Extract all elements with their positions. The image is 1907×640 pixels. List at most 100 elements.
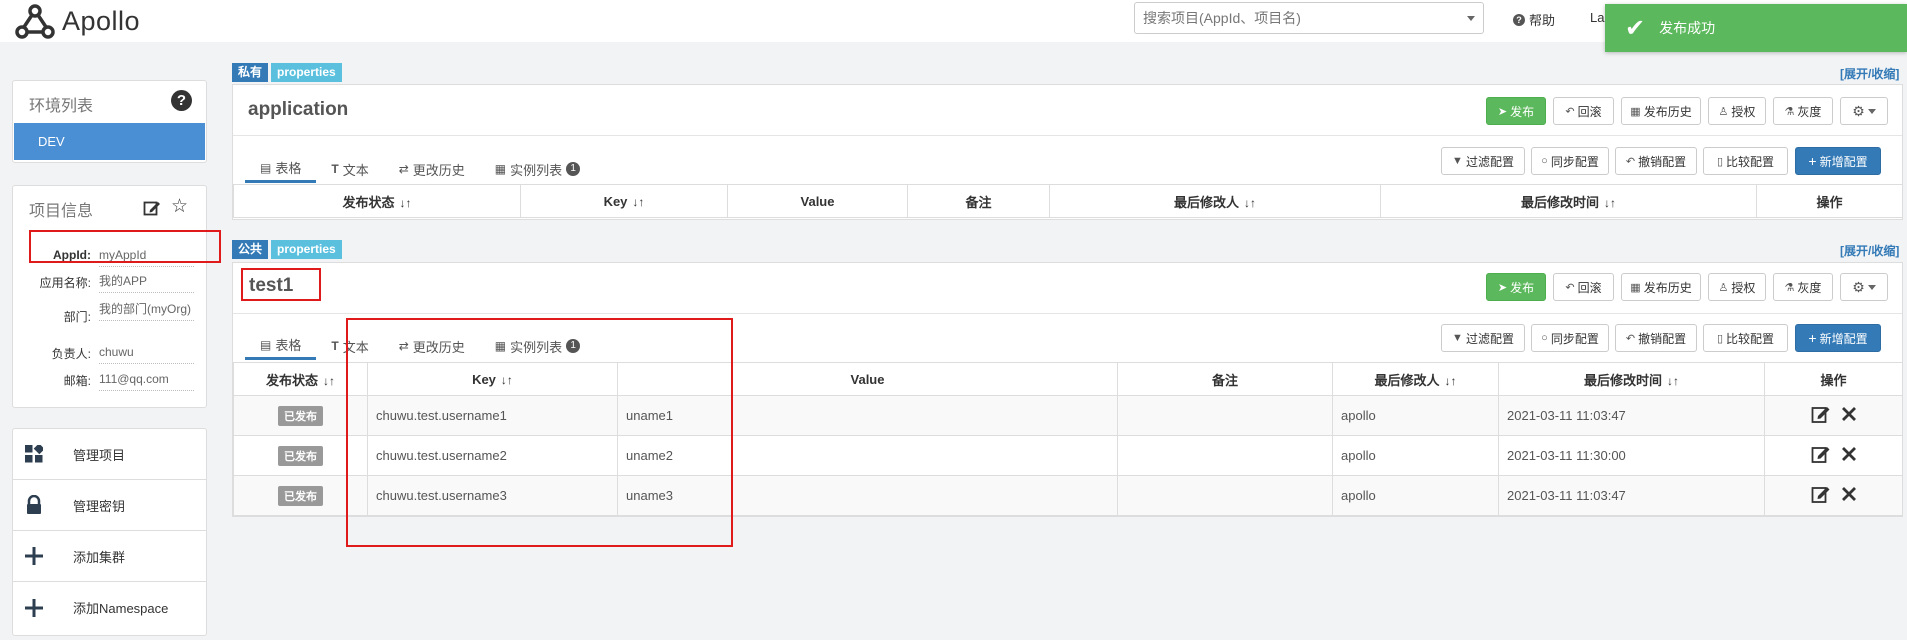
compare-config-button[interactable]: ▯ 比较配置 <box>1703 147 1788 175</box>
tab-table[interactable]: ▤ 表格 <box>245 155 317 183</box>
tab-text[interactable]: T 文本 <box>316 155 383 183</box>
edit-icon[interactable] <box>1811 404 1831 424</box>
nav-manage-project[interactable]: 管理项目 <box>13 429 206 480</box>
flask-icon: ⚗ <box>1784 281 1795 294</box>
revoke-config-button[interactable]: ↶ 撤销配置 <box>1615 324 1697 352</box>
chevron-down-icon[interactable] <box>1467 15 1475 21</box>
expand-collapse-link[interactable]: [展开/收缩] <box>1840 65 1899 82</box>
question-circle-icon[interactable]: ? <box>171 90 192 111</box>
gear-icon: ⚙ <box>1852 102 1865 119</box>
settings-dropdown-button[interactable]: ⚙ <box>1840 273 1888 301</box>
grant-button[interactable]: ♙ 授权 <box>1708 97 1766 125</box>
grant-button[interactable]: ♙ 授权 <box>1708 273 1766 301</box>
nav-label: 添加Namespace <box>73 601 169 616</box>
close-icon[interactable] <box>1841 486 1857 502</box>
tab-table[interactable]: ▤ 表格 <box>245 332 317 360</box>
apollo-logo-icon <box>15 4 55 39</box>
close-icon[interactable] <box>1841 406 1857 422</box>
nav-label: 管理密钥 <box>73 498 126 514</box>
search-input[interactable] <box>1143 10 1443 26</box>
env-item-dev[interactable]: DEV <box>14 123 205 160</box>
gray-release-button[interactable]: ⚗ 灰度 <box>1773 273 1833 301</box>
edit-icon[interactable] <box>1811 484 1831 504</box>
gear-icon: ⚙ <box>1852 278 1865 295</box>
sort-icon: ↓↑ <box>1444 373 1457 388</box>
nav-add-namespace[interactable]: 添加Namespace <box>13 582 206 633</box>
user-icon: ♙ <box>1718 281 1729 294</box>
rollback-icon: ↶ <box>1565 281 1575 294</box>
rollback-button[interactable]: ↶ 回滚 <box>1553 97 1614 125</box>
col-modified-time[interactable]: 最后修改时间 ↓↑ <box>1498 362 1765 396</box>
add-config-button[interactable]: + 新增配置 <box>1795 324 1881 352</box>
project-nav-panel: 管理项目 管理密钥 添加集群 添加Namespace <box>12 428 207 636</box>
help-label: 帮助 <box>1529 13 1556 28</box>
revoke-icon: ↶ <box>1625 155 1636 168</box>
filter-config-button[interactable]: ▼ 过滤配置 <box>1441 147 1525 175</box>
tab-instance-list[interactable]: ▦ 实例列表 1 <box>480 155 595 183</box>
owner-label: 负责人: <box>51 347 91 361</box>
success-toast: ✔ 发布成功 <box>1605 4 1907 52</box>
cell-modifier: apollo <box>1332 395 1499 436</box>
publish-history-button[interactable]: ▦ 发布历史 <box>1621 97 1701 125</box>
send-icon: ➤ <box>1497 281 1508 294</box>
help-link[interactable]: ? 帮助 <box>1513 10 1555 29</box>
department-value: 我的部门(myOrg) <box>99 302 194 321</box>
col-publish-status[interactable]: 发布状态 ↓↑ <box>233 184 521 218</box>
instance-count-badge: 1 <box>566 162 581 176</box>
filter-icon: ▼ <box>1452 155 1463 167</box>
email-value: 111@qq.com <box>99 372 194 391</box>
namespace-name: application <box>248 99 349 120</box>
flask-icon: ⚗ <box>1784 105 1795 118</box>
sort-icon: ↓↑ <box>1244 195 1256 210</box>
cell-comment <box>1117 435 1333 476</box>
apollo-logo[interactable]: Apollo <box>12 2 140 40</box>
col-value: Value <box>727 184 908 218</box>
cell-comment <box>1117 395 1333 436</box>
sort-icon: ↓↑ <box>1604 195 1616 210</box>
nav-add-cluster[interactable]: 添加集群 <box>13 531 206 582</box>
settings-dropdown-button[interactable]: ⚙ <box>1840 97 1888 125</box>
sync-config-button[interactable]: ○ 同步配置 <box>1531 324 1609 352</box>
rollback-button[interactable]: ↶ 回滚 <box>1553 273 1614 301</box>
compare-config-button[interactable]: ▯ 比较配置 <box>1703 324 1788 352</box>
col-modified-time[interactable]: 最后修改时间 ↓↑ <box>1380 184 1757 218</box>
revoke-config-button[interactable]: ↶ 撤销配置 <box>1615 147 1697 175</box>
app-name: Apollo <box>62 5 141 36</box>
sync-config-button[interactable]: ○ 同步配置 <box>1531 147 1609 175</box>
expand-collapse-link[interactable]: [展开/收缩] <box>1840 242 1899 259</box>
list-icon: ▦ <box>494 162 507 176</box>
namespace-tags: 公共 properties <box>232 240 345 259</box>
publish-history-button[interactable]: ▦ 发布历史 <box>1621 273 1701 301</box>
col-modifier[interactable]: 最后修改人 ↓↑ <box>1332 362 1499 396</box>
plus-icon <box>23 597 45 619</box>
col-key[interactable]: Key ↓↑ <box>520 184 728 218</box>
add-config-button[interactable]: + 新增配置 <box>1795 147 1881 175</box>
nav-label: 管理项目 <box>73 447 126 463</box>
namespace-tags: 私有 properties <box>232 63 345 82</box>
edit-icon[interactable] <box>1811 444 1831 464</box>
language-menu[interactable]: La <box>1590 10 1604 25</box>
gray-release-button[interactable]: ⚗ 灰度 <box>1773 97 1833 125</box>
col-comment: 备注 <box>1117 362 1333 396</box>
send-icon: ➤ <box>1497 105 1508 118</box>
appid-highlight-box <box>29 230 221 263</box>
cell-modifier: apollo <box>1332 475 1499 516</box>
namespace-name-highlight-box <box>241 268 321 301</box>
publish-button[interactable]: ➤ 发布 <box>1486 97 1546 125</box>
star-icon[interactable]: ☆ <box>171 197 188 216</box>
toast-message: 发布成功 <box>1659 20 1716 36</box>
col-comment: 备注 <box>907 184 1050 218</box>
filter-config-button[interactable]: ▼ 过滤配置 <box>1441 324 1525 352</box>
close-icon[interactable] <box>1841 446 1857 462</box>
table-header-row: 发布状态 ↓↑ Key ↓↑ Value 备注 最后修改人 ↓↑ 最后修改时间 ↓↑ 操… <box>233 184 1903 218</box>
col-modifier[interactable]: 最后修改人 ↓↑ <box>1049 184 1381 218</box>
question-circle-icon: ? <box>1513 13 1525 26</box>
publish-button[interactable]: ➤ 发布 <box>1486 273 1546 301</box>
project-search[interactable] <box>1134 2 1484 34</box>
edit-icon[interactable] <box>143 199 161 217</box>
tab-change-history[interactable]: ⇄ 更改历史 <box>384 155 480 183</box>
nav-manage-secret[interactable]: 管理密钥 <box>13 480 206 531</box>
sort-icon: ↓↑ <box>1667 373 1679 388</box>
divider <box>233 313 1902 314</box>
sort-icon: ↓↑ <box>323 373 335 388</box>
